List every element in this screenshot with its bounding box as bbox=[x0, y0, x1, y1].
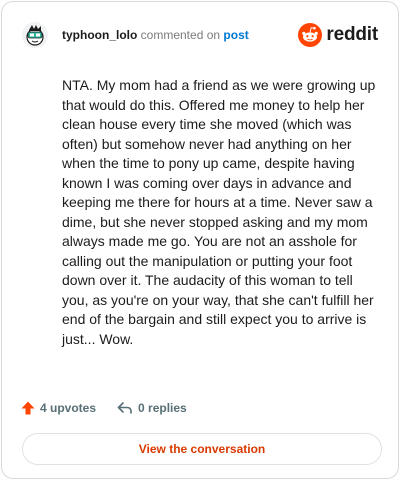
username-link[interactable]: typhoon_lolo bbox=[62, 28, 137, 42]
upvote-button[interactable]: 4 upvotes bbox=[20, 400, 96, 416]
reddit-wordmark: reddit bbox=[326, 24, 378, 45]
upvote-count: 4 upvotes bbox=[40, 401, 97, 415]
comment-meta: typhoon_lolo commented on post bbox=[62, 28, 249, 42]
reply-arrow-icon bbox=[117, 402, 132, 414]
reddit-logo[interactable]: reddit bbox=[298, 22, 378, 48]
post-link[interactable]: post bbox=[223, 28, 248, 42]
avatar-icon[interactable] bbox=[22, 22, 48, 48]
reply-count: 0 replies bbox=[138, 401, 187, 415]
comment-text: NTA. My mom had a friend as we were grow… bbox=[62, 77, 376, 347]
reply-button[interactable]: 0 replies bbox=[116, 400, 187, 416]
reddit-logo-icon bbox=[298, 23, 323, 47]
comment-actions: 4 upvotes 0 replies bbox=[20, 398, 207, 418]
view-conversation-button[interactable]: View the conversation bbox=[22, 433, 382, 465]
comment-card: typhoon_lolo commented on post reddit NT… bbox=[1, 1, 399, 479]
comment-header: typhoon_lolo commented on post reddit bbox=[22, 22, 378, 50]
upvote-arrow-icon bbox=[21, 401, 35, 415]
commented-on-label: commented on bbox=[140, 28, 221, 42]
